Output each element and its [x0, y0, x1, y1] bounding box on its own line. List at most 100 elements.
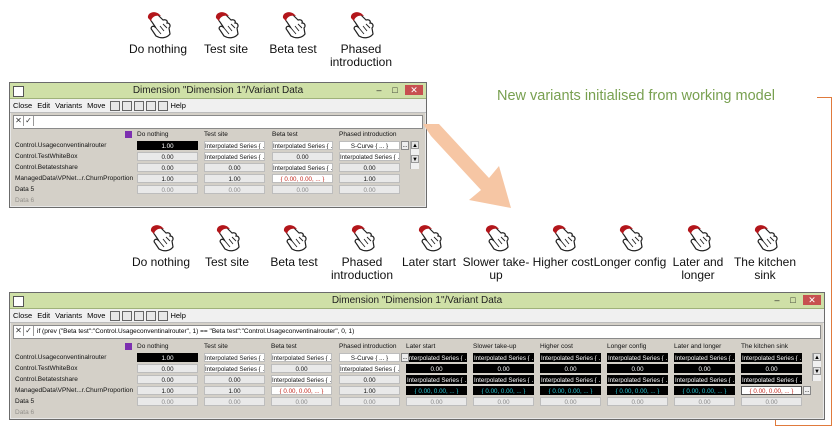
data-cell[interactable]: 0.00 — [272, 185, 333, 194]
column-header[interactable]: Do nothing — [137, 131, 168, 138]
data-cell[interactable]: 0.00 — [204, 397, 265, 406]
data-cell[interactable]: 1.00 — [339, 174, 400, 183]
confirm-icon[interactable]: ✓ — [24, 116, 34, 126]
variant-item[interactable]: Phased introduction — [324, 223, 400, 282]
column-header[interactable]: Later and longer — [674, 343, 721, 350]
data-cell[interactable]: 0.00 — [137, 163, 198, 172]
data-cell[interactable]: 0.00 — [339, 185, 400, 194]
data-cell[interactable]: 0.00 — [339, 163, 400, 172]
data-cell[interactable]: Interpolated Series { ... } — [204, 141, 265, 150]
maximize-icon[interactable]: □ — [388, 85, 402, 95]
data-cell[interactable]: Interpolated Series { ... } — [540, 353, 601, 362]
menu-item[interactable]: Move — [87, 101, 105, 110]
edit-cell-button[interactable]: ... — [401, 141, 409, 150]
table-icon[interactable] — [122, 101, 133, 112]
data-cell[interactable]: 0.00 — [271, 397, 332, 406]
formula-bar[interactable]: ✕ ✓ if (prev ("Beta test":"Control.Usageco… — [13, 325, 821, 339]
data-cell[interactable]: 1.00 — [137, 353, 198, 362]
scroll-up-icon[interactable]: ▲ — [813, 353, 821, 361]
data-cell[interactable]: Interpolated Series { ... } — [406, 375, 467, 384]
row-label[interactable]: Control.Betatestshare — [15, 164, 78, 171]
data-cell[interactable]: 0.00 — [540, 364, 601, 373]
variant-item[interactable]: Do nothing — [123, 223, 199, 269]
column-header[interactable]: Beta test — [272, 131, 298, 138]
data-cell[interactable]: Interpolated Series { ... } — [406, 353, 467, 362]
data-cell[interactable]: Interpolated Series { ... } — [271, 375, 332, 384]
variant-item[interactable]: Beta test — [255, 10, 331, 56]
data-cell[interactable]: Interpolated Series { ... } — [674, 375, 735, 384]
edit-cell-button[interactable]: ... — [803, 386, 811, 395]
menu-item[interactable]: Edit — [37, 101, 50, 110]
vertical-scrollbar[interactable]: ▲ ▼ — [812, 353, 821, 381]
settings-icon[interactable] — [146, 311, 157, 322]
row-label[interactable]: Control.Usageconventinalrouter — [15, 142, 106, 149]
data-cell[interactable]: Interpolated Series { ... } — [271, 353, 332, 362]
data-cell[interactable]: 0.00 — [204, 375, 265, 384]
close-icon[interactable]: ✕ — [405, 85, 423, 95]
data-cell[interactable]: 0.00 — [204, 163, 265, 172]
column-header[interactable]: Do nothing — [137, 343, 168, 350]
row-label[interactable]: ManagedData\VPNet...r.ChurnProportion — [15, 175, 133, 182]
data-cell[interactable]: 1.00 — [137, 141, 198, 150]
menu-item-help[interactable]: Help — [170, 101, 185, 110]
minimize-icon[interactable]: – — [372, 85, 386, 95]
data-cell[interactable]: 0.00 — [339, 397, 400, 406]
data-cell[interactable]: 0.00 — [741, 364, 802, 373]
data-cell[interactable]: Interpolated Series { ... } — [204, 353, 265, 362]
data-cell[interactable]: 0.00 — [137, 375, 198, 384]
data-cell[interactable]: 0.00 — [540, 397, 601, 406]
data-cell[interactable]: 0.00 — [137, 397, 198, 406]
data-cell[interactable]: 0.00 — [406, 397, 467, 406]
data-cell[interactable]: { 0.00, 0.00, ... } — [271, 386, 332, 395]
data-cell[interactable]: 0.00 — [473, 397, 534, 406]
data-cell[interactable]: Interpolated Series { ... } — [741, 353, 802, 362]
confirm-icon[interactable]: ✓ — [24, 326, 34, 336]
data-cell[interactable]: { 0.00, 0.00, ... } — [674, 386, 735, 395]
data-cell[interactable]: { 0.00, 0.00, ... } — [540, 386, 601, 395]
column-header[interactable]: Phased introduction — [339, 131, 396, 138]
variant-item[interactable]: Higher cost — [525, 223, 601, 269]
data-cell[interactable]: 0.00 — [741, 397, 802, 406]
column-header[interactable]: Beta test — [271, 343, 297, 350]
data-cell[interactable]: { 0.00, 0.00, ... } — [272, 174, 333, 183]
variant-item[interactable]: Test site — [189, 223, 265, 269]
data-cell[interactable]: Interpolated Series { ... } — [204, 364, 265, 373]
data-cell[interactable]: 0.00 — [137, 364, 198, 373]
variant-item[interactable]: Beta test — [256, 223, 332, 269]
menu-item-help[interactable]: Help — [170, 311, 185, 320]
settings-icon[interactable] — [146, 101, 157, 112]
column-header[interactable]: Slower take-up — [473, 343, 516, 350]
row-label[interactable]: ManagedData\VPNet...r.ChurnProportion — [15, 387, 133, 394]
data-cell[interactable]: 0.00 — [674, 364, 735, 373]
data-cell[interactable]: 0.00 — [406, 364, 467, 373]
menu-item[interactable]: Edit — [37, 311, 50, 320]
data-cell[interactable]: 0.00 — [204, 185, 265, 194]
data-cell[interactable]: 1.00 — [204, 174, 265, 183]
column-header[interactable]: The kitchen sink — [741, 343, 788, 350]
column-header[interactable]: Phased introduction — [339, 343, 396, 350]
row-label[interactable]: Control.Betatestshare — [15, 376, 78, 383]
expand-marker[interactable] — [125, 131, 132, 138]
data-cell[interactable]: 1.00 — [204, 386, 265, 395]
row-label[interactable]: Data 6 — [15, 197, 34, 204]
column-header[interactable]: Longer config — [607, 343, 646, 350]
data-cell[interactable]: { 0.00, 0.00, ... } — [741, 386, 802, 395]
data-cell[interactable]: 0.00 — [607, 397, 668, 406]
data-cell[interactable]: Interpolated Series { ... } — [473, 353, 534, 362]
data-cell[interactable]: Interpolated Series { ... } — [339, 364, 400, 373]
column-header[interactable]: Test site — [204, 343, 228, 350]
data-cell[interactable]: Interpolated Series { ... } — [741, 375, 802, 384]
chart-icon[interactable] — [134, 311, 145, 322]
row-label[interactable]: Control.TestWhiteBox — [15, 153, 78, 160]
data-cell[interactable]: { 0.00, 0.00, ... } — [406, 386, 467, 395]
close-icon[interactable]: ✕ — [803, 295, 821, 305]
scroll-down-icon[interactable]: ▼ — [813, 367, 821, 375]
edit-cell-button[interactable]: ... — [401, 353, 409, 362]
data-cell[interactable]: 0.00 — [339, 375, 400, 384]
data-cell[interactable]: Interpolated Series { ... } — [473, 375, 534, 384]
column-header[interactable]: Later start — [406, 343, 435, 350]
grid-view-icon[interactable] — [110, 311, 121, 322]
variant-item[interactable]: Slower take-up — [458, 223, 534, 282]
data-cell[interactable]: 0.00 — [473, 364, 534, 373]
menu-item[interactable]: Close — [13, 311, 32, 320]
